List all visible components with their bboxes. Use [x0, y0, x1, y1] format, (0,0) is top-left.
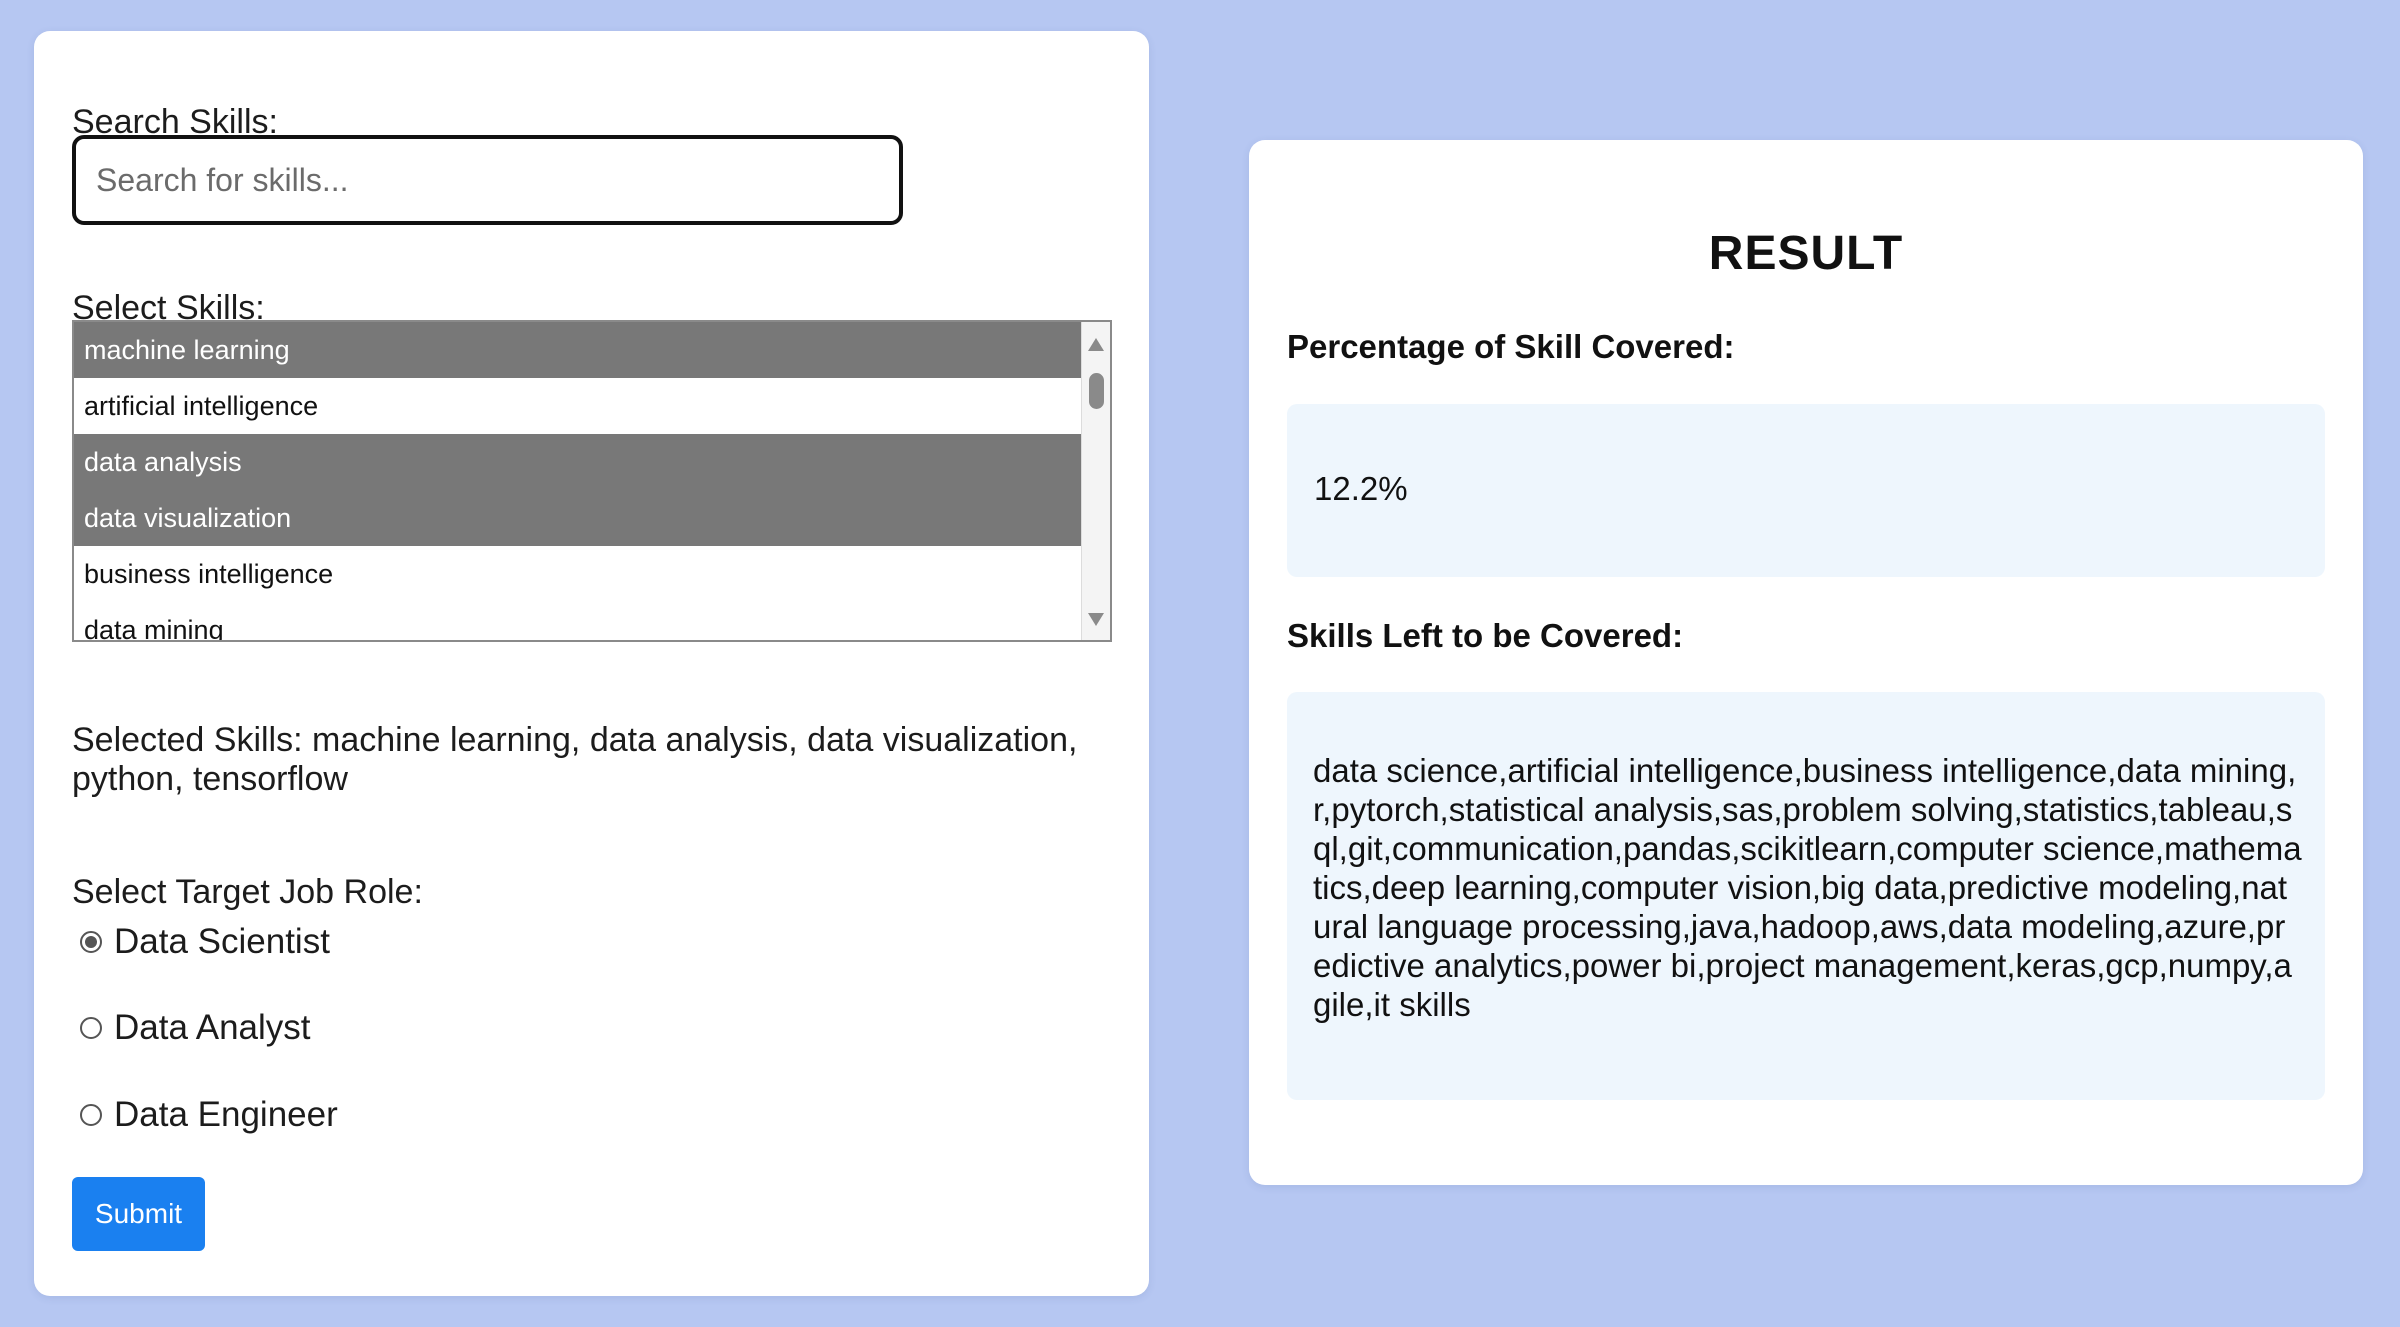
submit-button[interactable]: Submit: [72, 1177, 205, 1251]
percentage-covered-value: 12.2%: [1314, 470, 1408, 507]
radio-label-data-analyst: Data Analyst: [114, 1008, 311, 1047]
percentage-covered-label: Percentage of Skill Covered:: [1287, 328, 1735, 365]
skills-left-value: data science,artificial intelligence,bus…: [1313, 752, 2302, 1023]
radio-data-engineer[interactable]: Data Engineer: [80, 1093, 338, 1137]
radio-label-data-engineer: Data Engineer: [114, 1095, 338, 1134]
skill-option-data-mining[interactable]: data mining: [74, 602, 1082, 640]
radio-data-scientist[interactable]: Data Scientist: [80, 920, 330, 964]
skills-form-card: Search Skills: Select Skills: machine le…: [34, 31, 1149, 1296]
skill-option-machine-learning[interactable]: machine learning: [74, 322, 1082, 378]
scroll-up-arrow-icon[interactable]: [1088, 338, 1104, 351]
radio-button[interactable]: [80, 1017, 102, 1039]
skill-option-artificial-intelligence[interactable]: artificial intelligence: [74, 378, 1082, 434]
skill-option-data-visualization[interactable]: data visualization: [74, 490, 1082, 546]
radio-data-analyst[interactable]: Data Analyst: [80, 1006, 311, 1050]
result-title: RESULT: [1708, 227, 1904, 280]
selected-skills-summary: Selected Skills: machine learning, data …: [72, 721, 1078, 798]
skill-option-data-analysis[interactable]: data analysis: [74, 434, 1082, 490]
result-card: RESULT Percentage of Skill Covered: 12.2…: [1249, 140, 2363, 1185]
list-scrollbar[interactable]: [1081, 322, 1110, 640]
job-role-label: Select Target Job Role:: [72, 873, 423, 911]
radio-button-checked[interactable]: [80, 931, 102, 953]
scroll-down-arrow-icon[interactable]: [1088, 613, 1104, 626]
skills-multiselect-list[interactable]: machine learning artificial intelligence…: [72, 320, 1112, 642]
skills-left-label: Skills Left to be Covered:: [1287, 617, 1684, 654]
radio-button[interactable]: [80, 1104, 102, 1126]
skill-option-business-intelligence[interactable]: business intelligence: [74, 546, 1082, 602]
scroll-thumb[interactable]: [1089, 373, 1104, 409]
percentage-output-box: 12.2%: [1287, 404, 2325, 577]
radio-label-data-scientist: Data Scientist: [114, 922, 330, 961]
search-input[interactable]: [72, 135, 903, 225]
skills-left-output-box: data science,artificial intelligence,bus…: [1287, 692, 2325, 1100]
